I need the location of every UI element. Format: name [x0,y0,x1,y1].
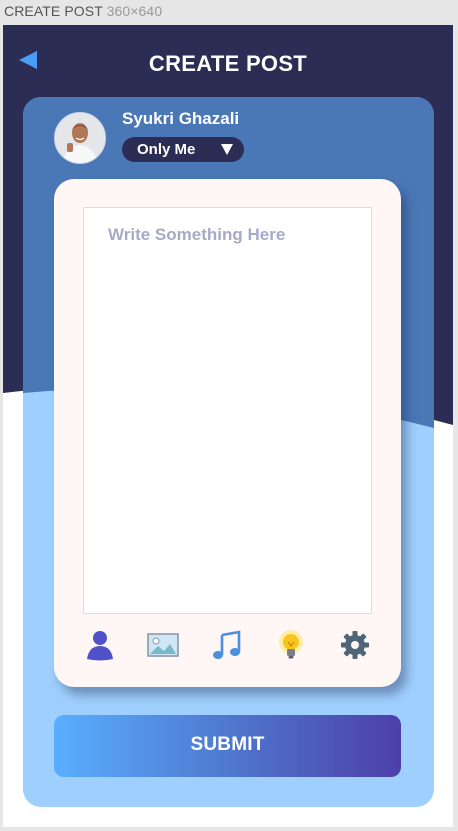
post-placeholder: Write Something Here [108,225,286,244]
post-card: Syukri Ghazali Only Me Write Something H… [23,97,434,807]
add-image-button[interactable] [146,628,180,662]
avatar[interactable] [54,112,106,164]
submit-label: SUBMIT [190,734,265,755]
add-idea-button[interactable] [274,628,308,662]
gear-icon [341,631,369,659]
frame-name: CREATE POST [4,3,103,19]
music-icon [213,630,241,659]
caret-down-icon [221,144,233,155]
post-text-input[interactable]: Write Something Here [83,207,372,614]
compose-panel: Write Something Here [54,179,401,687]
settings-button[interactable] [338,628,372,662]
frame-size: 360×640 [106,3,163,19]
person-icon [87,631,113,661]
image-icon [147,633,179,657]
privacy-dropdown[interactable]: Only Me [122,137,244,162]
add-music-button[interactable] [210,628,244,662]
app-screen: CREATE POST Syukri Ghazali Only Me Write… [3,25,453,827]
user-name: Syukri Ghazali [122,109,240,128]
page-title: CREATE POST [148,51,308,76]
frame-label: CREATE POST 360×640 [4,3,162,19]
privacy-selected: Only Me [137,141,196,158]
submit-button[interactable]: SUBMIT [54,715,401,777]
user-photo-icon [55,113,105,163]
tag-person-button[interactable] [83,628,117,662]
lightbulb-icon [279,630,303,659]
